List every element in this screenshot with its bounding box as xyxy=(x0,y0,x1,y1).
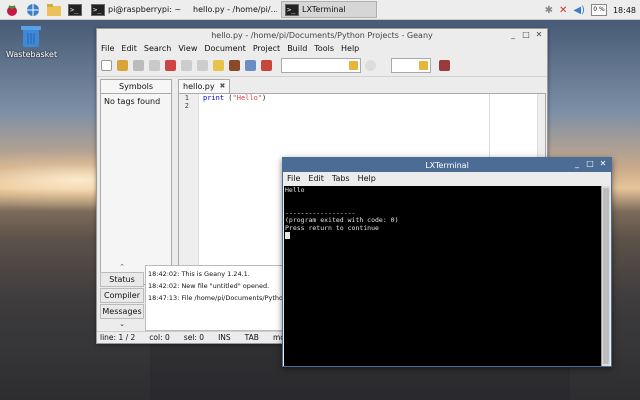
menu-tools[interactable]: Tools xyxy=(314,44,334,53)
build-icon[interactable] xyxy=(229,60,240,71)
tab-messages[interactable]: Messages xyxy=(100,304,144,319)
geany-menubar: File Edit Search View Document Project B… xyxy=(97,42,547,55)
execute-icon[interactable] xyxy=(245,60,256,71)
menu-view[interactable]: View xyxy=(178,44,197,53)
terminal-launcher-icon[interactable]: >_ xyxy=(66,1,84,19)
web-browser-icon[interactable] xyxy=(24,1,42,19)
save-icon[interactable] xyxy=(133,60,144,71)
raspberry-menu-icon[interactable] xyxy=(3,1,21,19)
menu-file[interactable]: File xyxy=(101,44,114,53)
status-ins: INS xyxy=(218,333,231,342)
window-title: LXTerminal xyxy=(425,160,469,170)
symbols-panel: No tags found xyxy=(100,93,172,285)
task-label: hello.py - /home/pi/... xyxy=(193,5,278,14)
taskbar: >_ >_ pi@raspberrypi: ~ hello.py - /home… xyxy=(0,0,640,20)
maximize-button[interactable]: □ xyxy=(585,159,595,169)
close-tab-icon[interactable]: ✖ xyxy=(220,80,226,93)
compile-icon[interactable] xyxy=(213,60,224,71)
search-input[interactable] xyxy=(281,58,361,73)
terminal-icon: >_ xyxy=(91,3,105,16)
task-label: LXTerminal xyxy=(302,5,346,14)
save-all-icon[interactable] xyxy=(149,60,160,71)
task-terminal-pi[interactable]: >_ pi@raspberrypi: ~ xyxy=(87,1,183,18)
line-number: 2 xyxy=(184,102,189,110)
close-file-icon[interactable] xyxy=(165,60,176,71)
menu-edit[interactable]: Edit xyxy=(121,44,137,53)
task-lxterminal[interactable]: >_ LXTerminal xyxy=(281,1,377,18)
no-tags-label: No tags found xyxy=(104,97,161,106)
clear-icon[interactable] xyxy=(349,61,358,70)
sidebar-tabs: Symbols xyxy=(100,79,172,93)
network-icon[interactable]: ✕ xyxy=(559,5,567,16)
undo-icon[interactable] xyxy=(181,60,192,71)
close-button[interactable]: ✕ xyxy=(534,30,544,40)
tab-status[interactable]: Status xyxy=(100,272,144,287)
geany-toolbar xyxy=(97,55,547,77)
clear-icon[interactable] xyxy=(419,61,428,70)
code-keyword: print xyxy=(203,94,225,102)
message-tabs: ⌃ Status Compiler Messages ⌄ xyxy=(100,263,144,331)
search-icon[interactable] xyxy=(365,60,376,71)
menu-file[interactable]: File xyxy=(287,174,300,183)
terminal-output[interactable]: Hello ------------------ (program exited… xyxy=(284,186,602,366)
task-label: pi@raspberrypi: ~ xyxy=(108,5,182,14)
terminal-line: Press return to continue xyxy=(285,223,379,232)
color-chooser-icon[interactable] xyxy=(261,60,272,71)
menu-project[interactable]: Project xyxy=(253,44,280,53)
cpu-monitor[interactable]: 0 % xyxy=(590,4,607,16)
terminal-icon: >_ xyxy=(285,3,299,16)
tab-symbols[interactable]: Symbols xyxy=(100,79,172,93)
tab-compiler[interactable]: Compiler xyxy=(100,288,144,303)
scrollbar-thumb[interactable] xyxy=(603,188,609,364)
menu-edit[interactable]: Edit xyxy=(308,174,324,183)
terminal-scrollbar[interactable] xyxy=(601,186,610,366)
lxterminal-window: LXTerminal _ □ ✕ File Edit Tabs Help Hel… xyxy=(282,157,612,367)
line-gutter: 1 2 xyxy=(179,94,199,284)
code-string: "Hello" xyxy=(232,94,263,102)
code-paren-close: ) xyxy=(262,94,267,102)
file-tab-label: hello.py xyxy=(183,82,215,91)
menu-search[interactable]: Search xyxy=(144,44,171,53)
menu-document[interactable]: Document xyxy=(204,44,245,53)
trash-icon xyxy=(21,26,41,47)
wastebasket-desktop-icon[interactable]: Wastebasket xyxy=(6,24,58,59)
file-manager-icon[interactable] xyxy=(45,1,63,19)
terminal-cursor xyxy=(285,232,290,239)
status-line: line: 1 / 2 xyxy=(100,333,136,342)
scroll-down-icon[interactable]: ⌄ xyxy=(100,320,144,328)
volume-icon[interactable]: ◀) xyxy=(573,5,585,16)
close-button[interactable]: ✕ xyxy=(598,159,608,169)
open-folder-icon[interactable] xyxy=(117,60,128,71)
window-title: hello.py - /home/pi/Documents/Python Pro… xyxy=(211,31,433,40)
quit-icon[interactable] xyxy=(439,60,450,71)
terminal-line: Hello xyxy=(285,186,305,194)
task-geany[interactable]: hello.py - /home/pi/... xyxy=(186,1,278,18)
menu-tabs[interactable]: Tabs xyxy=(332,174,350,183)
line-number: 1 xyxy=(184,94,189,102)
bluetooth-icon[interactable]: ✱ xyxy=(545,5,553,16)
goto-line-input[interactable] xyxy=(391,58,431,73)
new-file-icon[interactable] xyxy=(101,60,112,71)
maximize-button[interactable]: □ xyxy=(521,30,531,40)
scroll-up-icon[interactable]: ⌃ xyxy=(100,263,144,272)
status-col: col: 0 xyxy=(149,333,170,342)
status-tab: TAB xyxy=(244,333,259,342)
code-paren-open: ( xyxy=(224,94,233,102)
redo-icon[interactable] xyxy=(197,60,208,71)
minimize-button[interactable]: _ xyxy=(508,30,518,40)
terminal-titlebar[interactable]: LXTerminal _ □ ✕ xyxy=(283,158,611,172)
terminal-menubar: File Edit Tabs Help xyxy=(283,172,611,185)
clock-label[interactable]: 18:48 xyxy=(613,6,636,15)
geany-titlebar[interactable]: hello.py - /home/pi/Documents/Python Pro… xyxy=(97,29,547,42)
menu-help[interactable]: Help xyxy=(358,174,376,183)
menu-build[interactable]: Build xyxy=(287,44,307,53)
wastebasket-label: Wastebasket xyxy=(6,50,58,59)
tab-hello-py[interactable]: hello.py ✖ xyxy=(178,79,231,93)
code-text: print ("Hello") xyxy=(203,94,266,102)
system-tray: ✱ ✕ ◀) 0 % 18:48 xyxy=(545,0,640,20)
minimize-button[interactable]: _ xyxy=(572,159,582,169)
menu-help[interactable]: Help xyxy=(341,44,359,53)
status-sel: sel: 0 xyxy=(183,333,205,342)
